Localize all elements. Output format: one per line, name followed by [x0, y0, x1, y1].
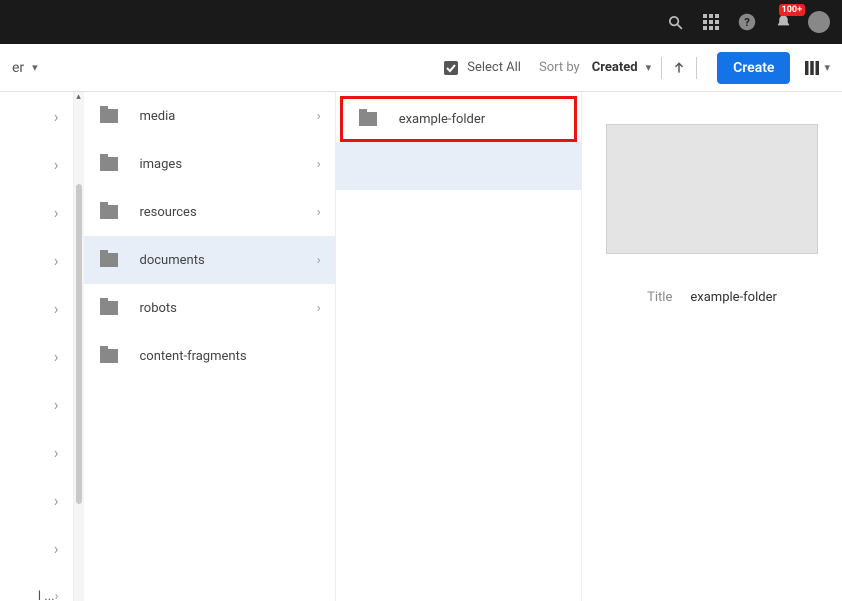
list-item[interactable]: › — [0, 476, 73, 524]
user-avatar[interactable] — [808, 11, 830, 33]
notification-badge: 100+ — [779, 4, 805, 16]
folder-label: media — [140, 109, 176, 124]
list-item[interactable]: › — [0, 332, 73, 380]
list-item-truncated[interactable]: l ... › — [0, 572, 73, 601]
chevron-right-icon: › — [317, 253, 321, 268]
folder-icon — [100, 109, 118, 123]
svg-text:?: ? — [744, 16, 750, 29]
list-item[interactable]: › — [0, 188, 73, 236]
metadata-row: Title example-folder — [647, 290, 777, 305]
separator — [696, 57, 697, 79]
list-item[interactable]: › — [0, 284, 73, 332]
meta-key-title: Title — [647, 290, 672, 305]
folder-icon — [100, 301, 118, 315]
chevron-right-icon: › — [55, 589, 59, 601]
preview-thumbnail — [606, 124, 818, 254]
chevron-right-icon: › — [54, 107, 59, 126]
chevron-right-icon: › — [54, 251, 59, 270]
sort-value: Created — [592, 60, 638, 75]
action-bar: er ▾ Select All Sort by Created ▾ Create… — [0, 44, 842, 92]
meta-value-title: example-folder — [690, 290, 777, 305]
select-all-icon — [443, 60, 459, 76]
list-item[interactable]: › — [0, 92, 73, 140]
folder-label: robots — [140, 301, 177, 316]
select-all-label: Select All — [467, 60, 521, 75]
folder-icon — [100, 205, 118, 219]
column-view-icon — [804, 60, 820, 76]
list-item[interactable]: › — [0, 140, 73, 188]
chevron-right-icon: › — [317, 301, 321, 316]
folder-item[interactable]: documents › — [84, 236, 335, 284]
chevron-right-icon: › — [54, 203, 59, 222]
chevron-right-icon: › — [317, 205, 321, 220]
arrow-up-icon — [672, 61, 686, 75]
sort-by-label: Sort by — [539, 60, 580, 75]
folder-label: documents — [140, 253, 205, 268]
folder-label: example-folder — [399, 112, 486, 127]
breadcrumb-text: er — [12, 60, 24, 76]
list-item[interactable]: › — [0, 428, 73, 476]
global-topbar: ? 100+ — [0, 0, 842, 44]
chevron-right-icon: › — [54, 491, 59, 510]
folder-label: resources — [140, 205, 197, 220]
chevron-right-icon: › — [317, 157, 321, 172]
folder-icon — [100, 157, 118, 171]
chevron-right-icon: › — [54, 347, 59, 366]
help-icon[interactable]: ? — [736, 11, 758, 33]
chevron-right-icon: › — [54, 299, 59, 318]
create-button[interactable]: Create — [717, 52, 790, 84]
column-1: ▴ media›images›resources›documents›robot… — [74, 92, 336, 601]
separator — [661, 57, 662, 79]
folder-item[interactable]: content-fragments — [84, 332, 335, 380]
chevron-down-icon: ▾ — [824, 61, 830, 74]
select-all-button[interactable]: Select All — [443, 60, 521, 76]
folder-icon — [359, 112, 377, 126]
folder-label: images — [140, 157, 183, 172]
column-0: › › › › › › › › › › l ... › — [0, 92, 74, 601]
scrollbar[interactable]: ▴ — [74, 92, 84, 601]
chevron-right-icon: › — [54, 443, 59, 462]
folder-icon — [100, 253, 118, 267]
chevron-right-icon: › — [54, 395, 59, 414]
search-icon[interactable] — [664, 11, 686, 33]
folder-item[interactable]: resources › — [84, 188, 335, 236]
list-item[interactable]: › — [0, 236, 73, 284]
folder-item[interactable]: media › — [84, 92, 335, 140]
chevron-right-icon: › — [54, 155, 59, 174]
column-2: example-folder — [336, 92, 582, 601]
view-switcher[interactable]: ▾ — [804, 60, 830, 76]
folder-item-highlighted[interactable]: example-folder — [340, 96, 577, 142]
sort-control[interactable]: Sort by Created ▾ — [539, 60, 651, 75]
sort-direction-button[interactable] — [672, 61, 686, 75]
details-panel: Title example-folder — [582, 92, 842, 601]
chevron-right-icon: › — [54, 539, 59, 558]
scrollbar-thumb[interactable] — [76, 184, 82, 504]
list-item[interactable]: › — [0, 380, 73, 428]
chevron-down-icon: ▾ — [646, 61, 652, 74]
folder-item[interactable]: robots › — [84, 284, 335, 332]
chevron-down-icon: ▾ — [32, 61, 38, 74]
selection-background — [336, 142, 581, 190]
notifications-icon[interactable]: 100+ — [772, 11, 794, 33]
breadcrumb[interactable]: er ▾ — [12, 60, 38, 76]
folder-label: content-fragments — [140, 349, 247, 364]
scroll-up-icon[interactable]: ▴ — [74, 92, 84, 102]
list-item[interactable]: › — [0, 524, 73, 572]
column-browser: ›››››››››› l ... › ▴ media›images›resour… — [0, 92, 842, 601]
folder-icon — [100, 349, 118, 363]
apps-grid-icon[interactable] — [700, 11, 722, 33]
folder-item[interactable]: images › — [84, 140, 335, 188]
chevron-right-icon: › — [317, 109, 321, 124]
